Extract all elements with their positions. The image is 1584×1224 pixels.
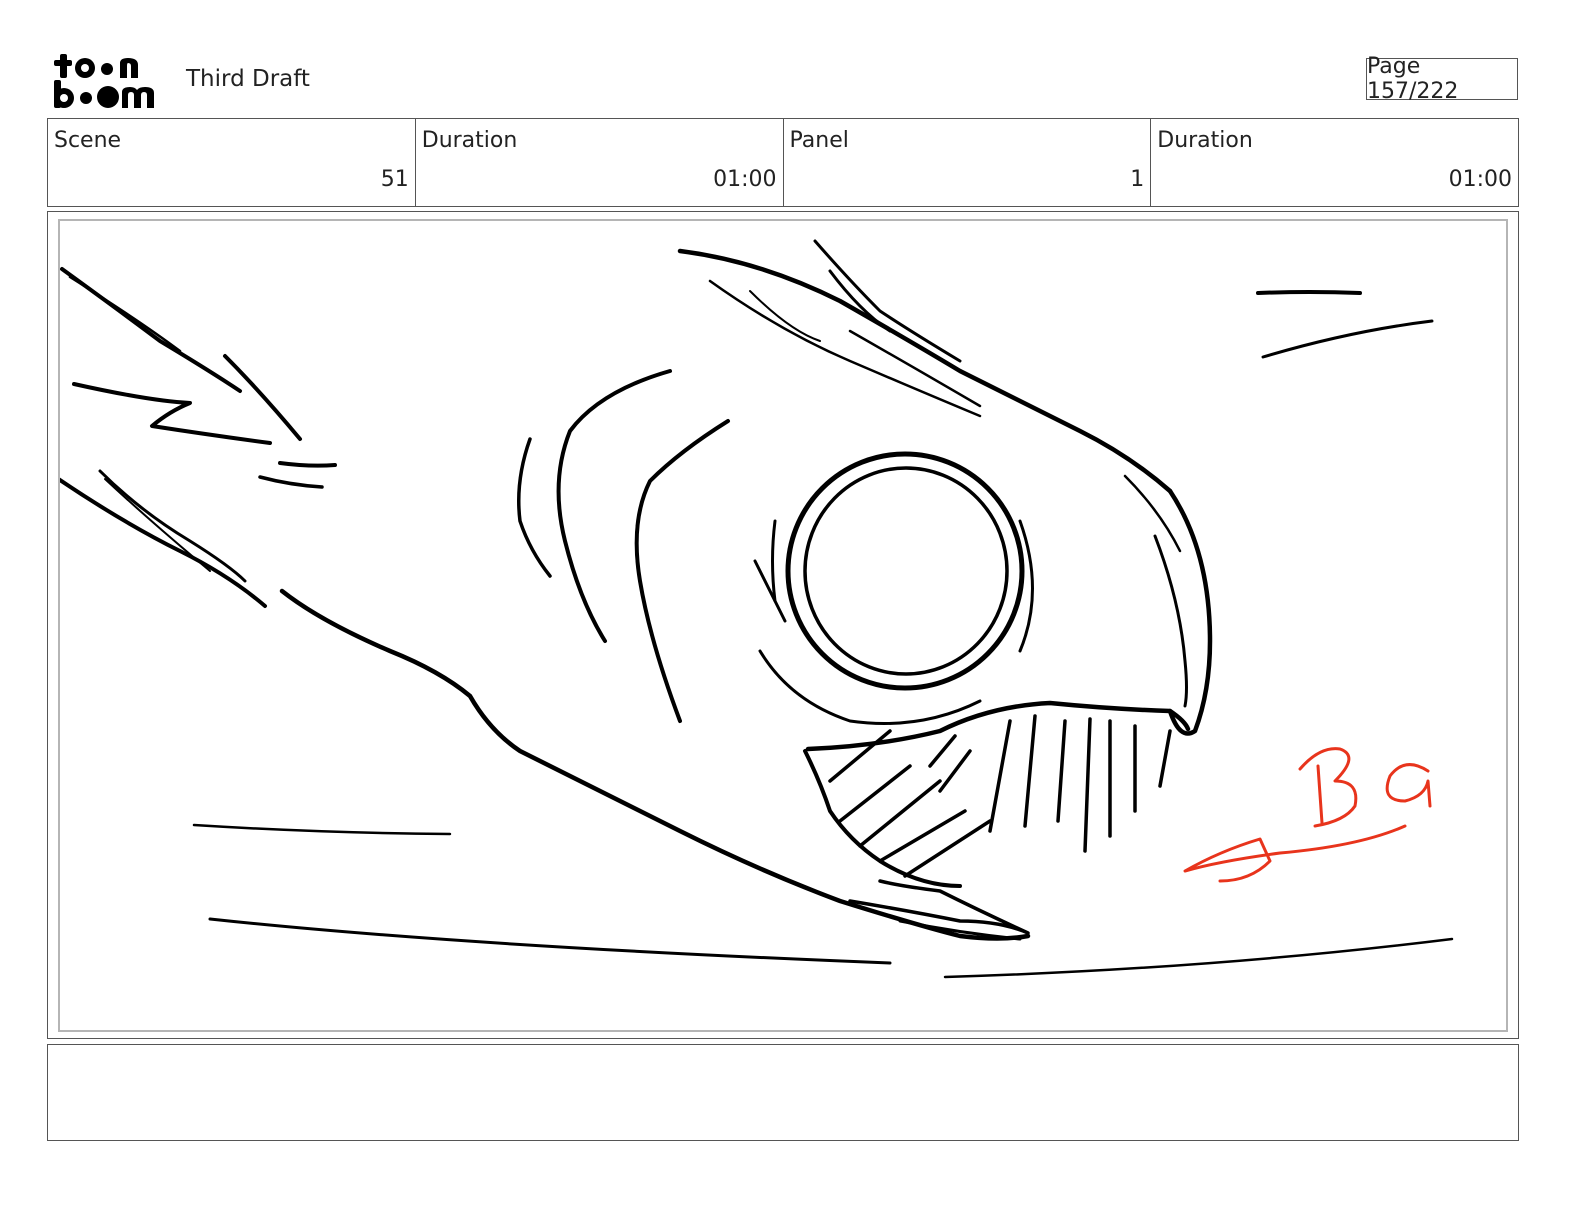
panel-notes-box	[47, 1044, 1519, 1141]
toonboom-logo	[54, 54, 154, 108]
bg-annotation-sketch	[1183, 747, 1432, 883]
scene-duration-label: Duration	[421, 128, 518, 153]
scene-duration-cell: Duration 01:00	[416, 119, 784, 206]
storyboard-panel-frame: BG	[47, 211, 1519, 1039]
logo-bottom-row	[54, 80, 154, 108]
fish-sketch-lines	[60, 239, 1454, 979]
scene-info-table: Scene 51 Duration 01:00 Panel 1 Duration…	[47, 118, 1519, 207]
scene-value: 51	[380, 167, 409, 192]
panel-label: Panel	[789, 128, 849, 153]
fish-sketch-drawing: BG	[60, 239, 1454, 979]
page-indicator: Page 157/222	[1366, 54, 1518, 104]
scene-duration-value: 01:00	[713, 167, 777, 192]
panel-duration-cell: Duration 01:00	[1151, 119, 1518, 206]
document-title: Third Draft	[186, 66, 310, 92]
storyboard-panel-image: BG	[58, 219, 1508, 1032]
logo-top-row	[54, 54, 138, 78]
scene-label: Scene	[54, 128, 122, 153]
scene-cell: Scene 51	[48, 119, 416, 206]
panel-value: 1	[1130, 167, 1145, 192]
panel-cell: Panel 1	[784, 119, 1152, 206]
panel-duration-label: Duration	[1157, 128, 1253, 153]
panel-duration-value: 01:00	[1448, 167, 1512, 192]
